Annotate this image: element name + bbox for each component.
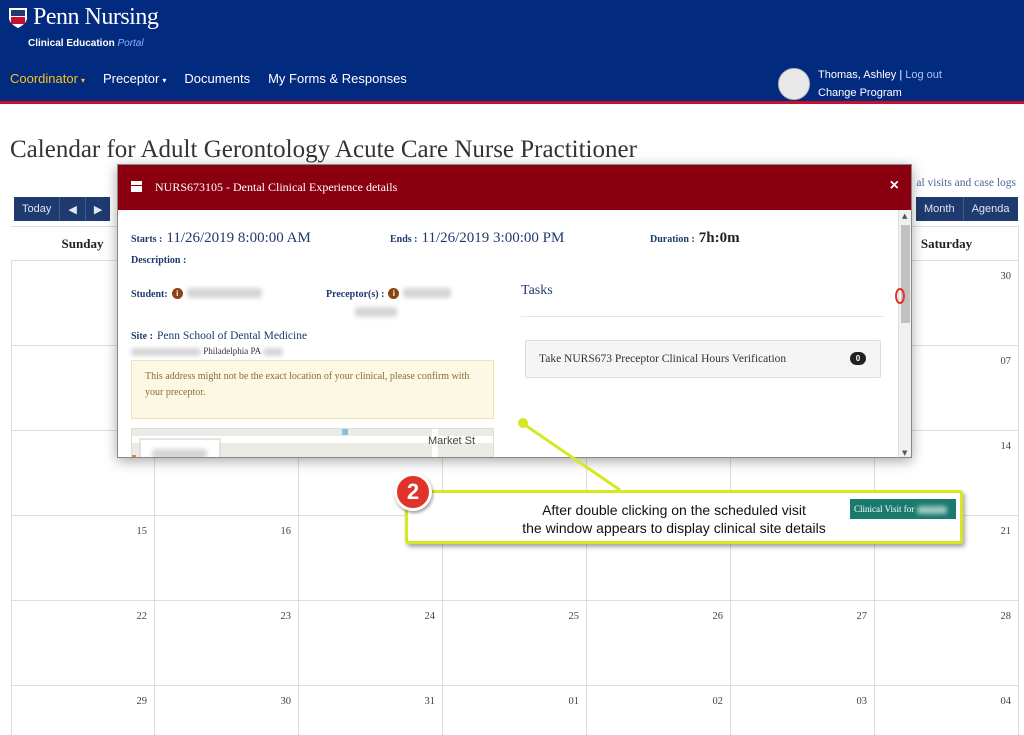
callout-line-1: After double clicking on the scheduled v… <box>542 502 806 518</box>
step-number-badge: 2 <box>394 473 432 511</box>
callout-line-2: the window appears to display clinical s… <box>522 520 826 536</box>
clinical-visit-chip: Clinical Visit for <box>850 499 956 519</box>
annotation-overlay <box>518 288 905 492</box>
annotation-callout: After double clicking on the scheduled v… <box>405 490 963 544</box>
